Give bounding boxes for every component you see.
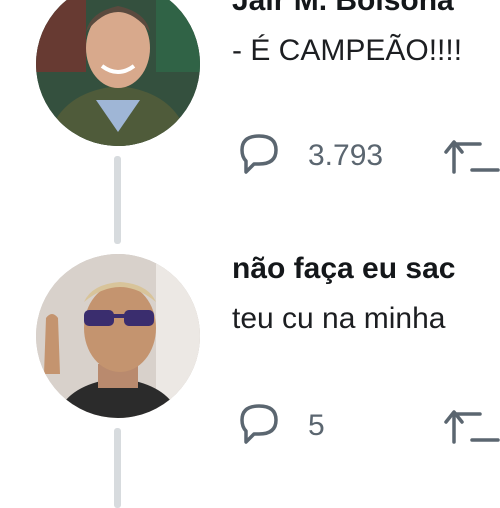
reply-count: 5	[308, 408, 325, 442]
reply-icon	[236, 130, 282, 181]
reply-button[interactable]: 5	[236, 400, 325, 451]
avatar-photo	[36, 0, 200, 146]
retweet-icon	[444, 404, 500, 453]
avatar[interactable]	[36, 0, 200, 146]
reply-count: 3.793	[308, 138, 384, 172]
thread-connector	[114, 156, 121, 244]
reply-button[interactable]: 3.793	[236, 130, 383, 181]
tweet-author[interactable]: Jair M. Bolsona	[232, 0, 454, 18]
thread-connector	[114, 428, 121, 508]
retweet-button[interactable]	[444, 404, 500, 453]
tweet-author[interactable]: não faça eu sac	[232, 252, 455, 286]
avatar-photo	[36, 254, 200, 418]
retweet-icon	[444, 134, 500, 183]
reply-icon	[236, 400, 282, 451]
avatar[interactable]	[36, 254, 200, 418]
tweet-text: teu cu na minha	[232, 302, 446, 335]
retweet-button[interactable]	[444, 134, 500, 183]
tweet-text: - É CAMPEÃO!!!!	[232, 34, 463, 67]
